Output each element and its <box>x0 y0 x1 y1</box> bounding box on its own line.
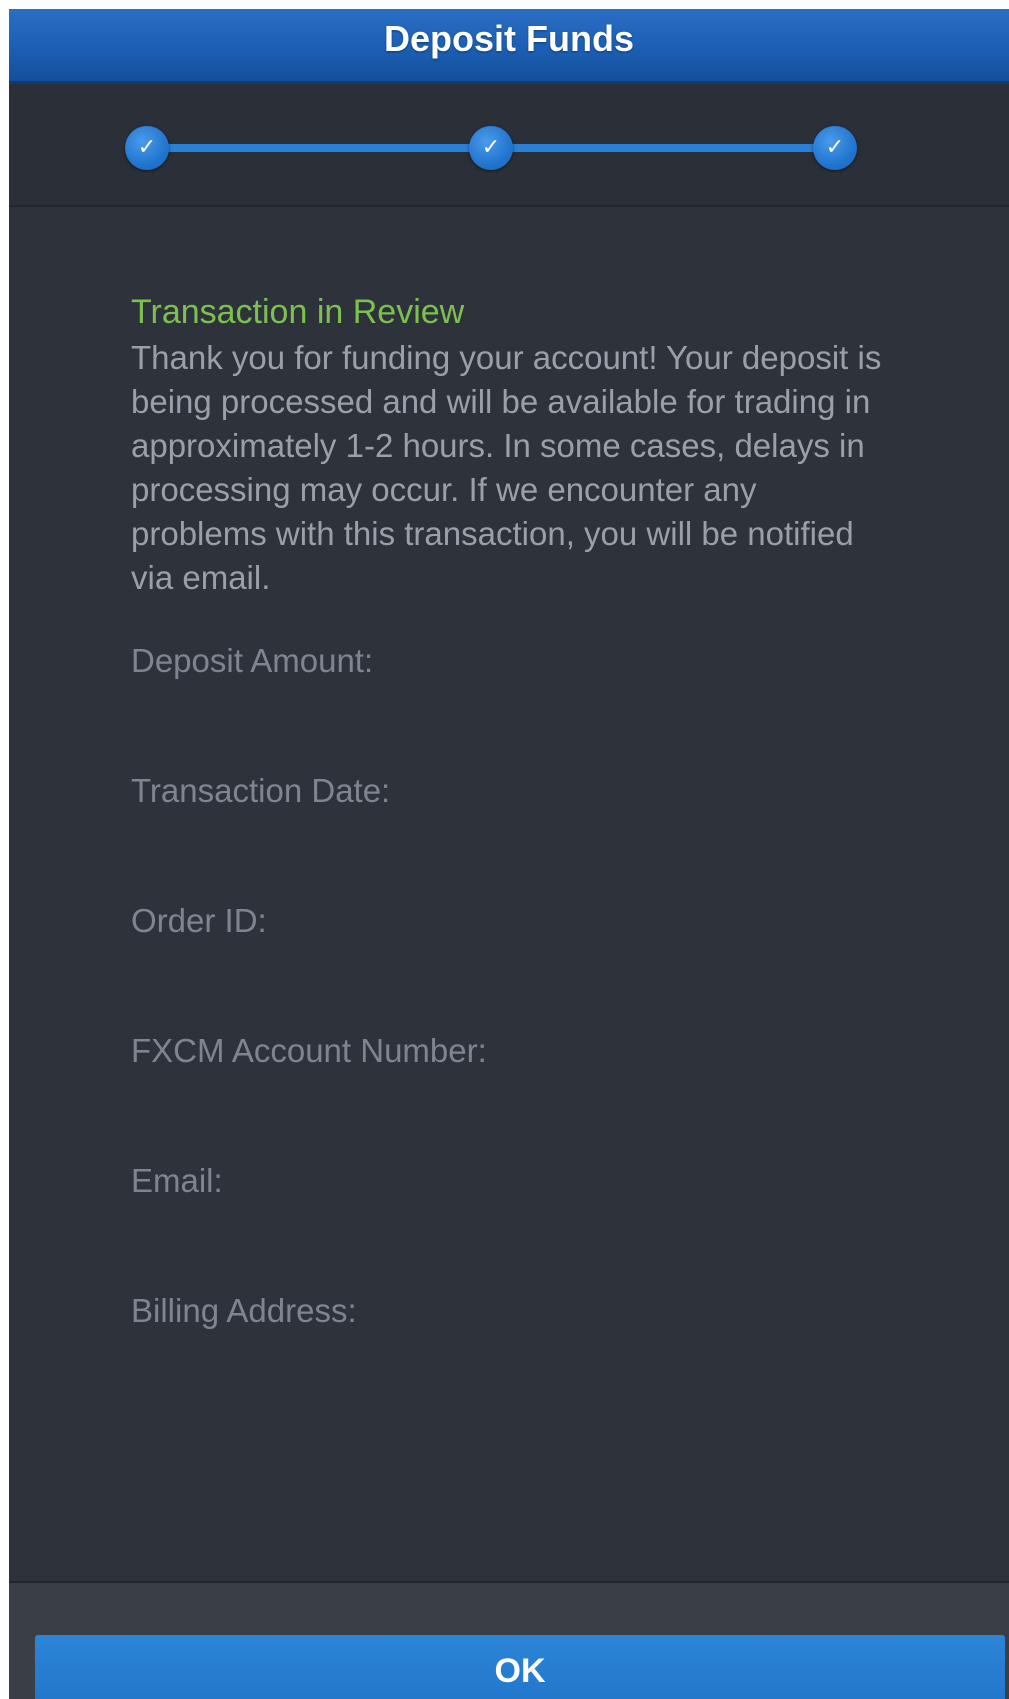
deposit-amount-label: Deposit Amount: <box>131 642 374 679</box>
transaction-date-label: Transaction Date: <box>131 772 391 809</box>
step-connector-1 <box>167 144 491 152</box>
step-1-check-icon: ✓ <box>125 126 169 170</box>
order-id-label: Order ID: <box>131 902 267 939</box>
ok-button-label: OK <box>494 1652 546 1690</box>
status-heading: Transaction in Review <box>131 293 465 331</box>
ok-button[interactable]: OK <box>35 1635 1005 1699</box>
email-label: Email: <box>131 1162 223 1199</box>
status-message: Thank you for funding your account! Your… <box>131 339 882 596</box>
step-2-check-icon: ✓ <box>469 126 513 170</box>
status-section: Transaction in Review Thank you for fund… <box>131 292 951 600</box>
step-connector-2 <box>509 144 833 152</box>
deposit-funds-screen: Deposit Funds ✓ ✓ ✓ Transaction in Revie… <box>9 9 1009 1699</box>
account-number-label: FXCM Account Number: <box>131 1032 487 1069</box>
title-bar: Deposit Funds <box>9 9 1009 83</box>
page-title: Deposit Funds <box>384 18 634 59</box>
progress-stepper: ✓ ✓ ✓ <box>9 85 1009 207</box>
billing-address-label: Billing Address: <box>131 1292 357 1329</box>
step-3-check-icon: ✓ <box>813 126 857 170</box>
footer-bar: OK <box>9 1581 1009 1699</box>
